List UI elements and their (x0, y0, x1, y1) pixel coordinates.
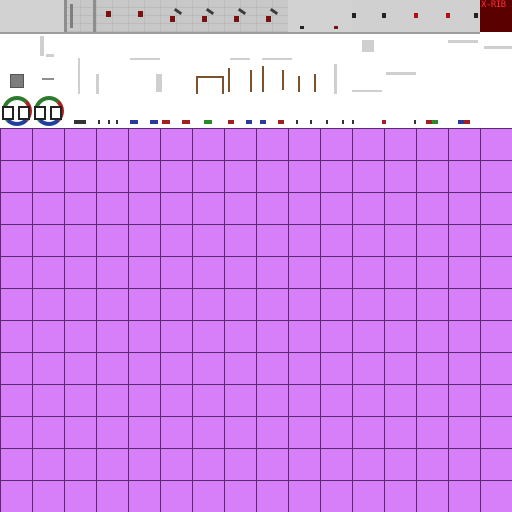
lever-icon (128, 0, 160, 34)
lever-icon (256, 0, 288, 34)
color-pip (464, 120, 470, 124)
color-pip (246, 120, 252, 124)
color-pip (228, 120, 234, 124)
color-pip (382, 120, 386, 124)
lever-icon (224, 0, 256, 34)
xp-label: X-RIB (481, 0, 506, 10)
sprite-fragment (46, 54, 54, 57)
lever-handle (262, 66, 264, 92)
sprite-fragment (262, 58, 292, 60)
color-pip (116, 120, 118, 124)
dot-strip (352, 0, 480, 34)
color-pip (162, 120, 170, 124)
color-pip (278, 120, 284, 124)
stone-tile-icon (32, 0, 64, 34)
sprite-fragment (156, 74, 162, 92)
color-pip (130, 120, 138, 124)
lever-handle (250, 70, 252, 92)
lever-icon (192, 0, 224, 34)
sprite-fragment (78, 58, 80, 94)
color-pip (98, 120, 100, 124)
sprite-fragment (40, 36, 44, 56)
sprite-fragment (484, 46, 512, 49)
color-pip (432, 120, 438, 124)
color-pip (326, 120, 328, 124)
color-pip (296, 120, 298, 124)
color-pip (150, 120, 158, 124)
color-pip (204, 120, 212, 124)
sprite-fragment (130, 58, 160, 60)
sprite-fragment (448, 40, 478, 43)
sprite-fragment (230, 58, 250, 60)
stone-tile-icon (288, 0, 320, 34)
stone-tile-icon (64, 0, 96, 34)
stone-tile-icon (0, 0, 32, 34)
lever-handle (282, 70, 284, 90)
sprite-fragment (42, 78, 54, 80)
stone-tile-icon (320, 0, 352, 34)
color-pip (182, 120, 190, 124)
missing-texture-grid (0, 128, 512, 512)
texture-sheet: X-RIB (0, 0, 512, 512)
color-pip (74, 120, 86, 124)
color-pip (260, 120, 266, 124)
small-block-icon (10, 74, 24, 88)
lever-icon (96, 0, 128, 34)
sprite-fragment (352, 90, 382, 92)
sprite-fragment (96, 74, 99, 94)
lever-icon (160, 0, 192, 34)
lever-handle (314, 74, 316, 92)
color-pip (108, 120, 110, 124)
gauge-icon (196, 76, 224, 94)
sprite-fragment (334, 64, 337, 94)
lever-handle (228, 68, 230, 92)
lever-handle (298, 76, 300, 92)
sprite-fragment (362, 40, 374, 52)
color-pip (342, 120, 344, 124)
sprite-fragment (386, 72, 416, 75)
color-pip (414, 120, 416, 124)
color-pip (352, 120, 354, 124)
color-pip (310, 120, 312, 124)
